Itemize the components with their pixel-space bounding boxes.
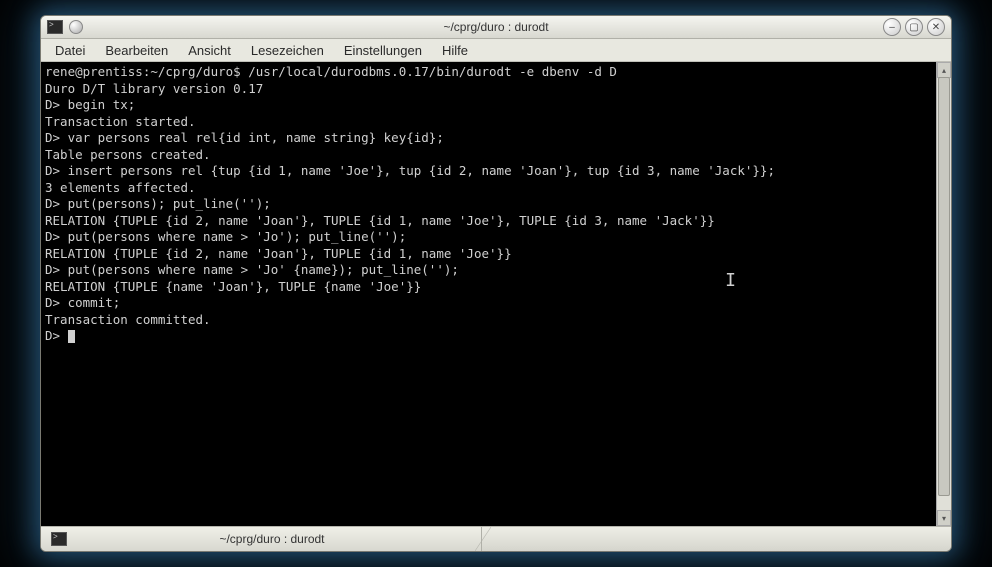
terminal-line: Transaction committed. xyxy=(45,312,932,329)
terminal-line: Duro D/T library version 0.17 xyxy=(45,81,932,98)
terminal-line: D> var persons real rel{id int, name str… xyxy=(45,130,932,147)
terminal-icon xyxy=(51,532,67,546)
terminal-line: D> begin tx; xyxy=(45,97,932,114)
tab-label: ~/cprg/duro : durodt xyxy=(73,532,471,546)
terminal-line: D> put(persons where name > 'Jo'); put_l… xyxy=(45,229,932,246)
terminal-line: RELATION {TUPLE {id 2, name 'Joan'}, TUP… xyxy=(45,246,932,263)
titlebar[interactable]: ~/cprg/duro : durodt – ▢ ✕ xyxy=(41,16,951,39)
app-icon xyxy=(47,20,63,34)
window-title: ~/cprg/duro : durodt xyxy=(443,20,548,34)
terminal-line: Table persons created. xyxy=(45,147,932,164)
terminal-line: RELATION {TUPLE {id 2, name 'Joan'}, TUP… xyxy=(45,213,932,230)
terminal-line: rene@prentiss:~/cprg/duro$ /usr/local/du… xyxy=(45,64,932,81)
terminal-window: ~/cprg/duro : durodt – ▢ ✕ Datei Bearbei… xyxy=(40,15,952,552)
menu-view[interactable]: Ansicht xyxy=(178,41,241,60)
maximize-button[interactable]: ▢ xyxy=(905,18,923,36)
terminal-line: D> put(persons where name > 'Jo' {name})… xyxy=(45,262,932,279)
terminal-line: D> put(persons); put_line(''); xyxy=(45,196,932,213)
text-cursor-icon: I xyxy=(725,270,736,291)
terminal-line: RELATION {TUPLE {name 'Joan'}, TUPLE {na… xyxy=(45,279,932,296)
scrollbar[interactable]: ▴ ▾ xyxy=(936,62,951,526)
close-button[interactable]: ✕ xyxy=(927,18,945,36)
terminal-line: 3 elements affected. xyxy=(45,180,932,197)
terminal-line: D> xyxy=(45,328,932,345)
scrollbar-track[interactable] xyxy=(937,77,951,511)
sticky-button[interactable] xyxy=(69,20,83,34)
menu-file[interactable]: Datei xyxy=(45,41,95,60)
minimize-button[interactable]: – xyxy=(883,18,901,36)
terminal-line: Transaction started. xyxy=(45,114,932,131)
scroll-up-button[interactable]: ▴ xyxy=(937,62,951,78)
menu-edit[interactable]: Bearbeiten xyxy=(95,41,178,60)
menubar: Datei Bearbeiten Ansicht Lesezeichen Ein… xyxy=(41,39,951,62)
terminal-line: D> commit; xyxy=(45,295,932,312)
tab-bar: ~/cprg/duro : durodt xyxy=(41,526,951,551)
tab-active[interactable]: ~/cprg/duro : durodt xyxy=(41,527,482,551)
cursor-block xyxy=(68,330,75,343)
scrollbar-thumb[interactable] xyxy=(938,77,950,496)
menu-bookmarks[interactable]: Lesezeichen xyxy=(241,41,334,60)
terminal-body[interactable]: rene@prentiss:~/cprg/duro$ /usr/local/du… xyxy=(41,62,936,526)
terminal-line: D> insert persons rel {tup {id 1, name '… xyxy=(45,163,932,180)
menu-help[interactable]: Hilfe xyxy=(432,41,478,60)
scroll-down-button[interactable]: ▾ xyxy=(937,510,951,526)
menu-settings[interactable]: Einstellungen xyxy=(334,41,432,60)
